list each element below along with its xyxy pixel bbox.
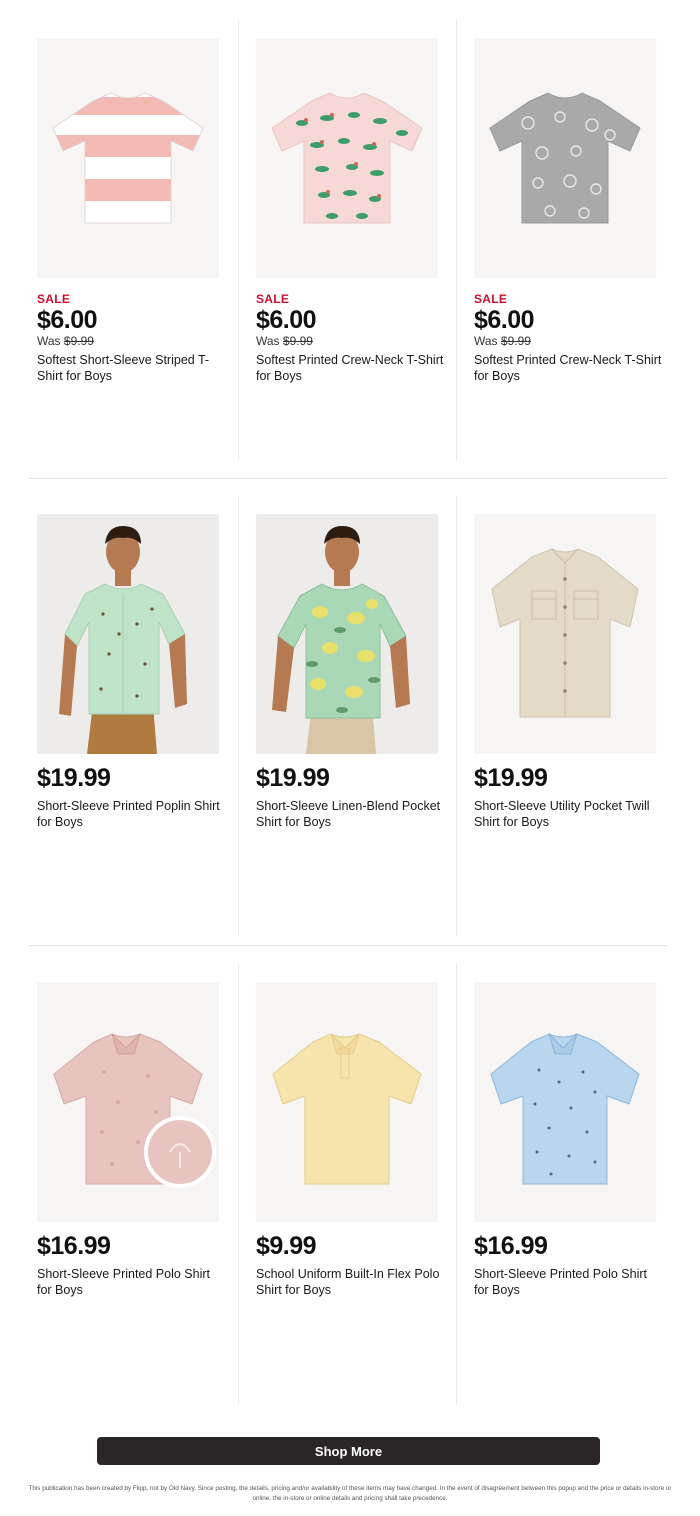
product-card[interactable]: $19.99 Short-Sleeve Linen-Blend Pocket S…: [238, 496, 456, 936]
product-row: SALE $6.00 Was $9.99 Softest Short-Sleev…: [20, 20, 676, 460]
product-image[interactable]: [37, 982, 219, 1222]
product-name[interactable]: Short-Sleeve Utility Pocket Twill Shirt …: [474, 798, 664, 830]
product-image[interactable]: [256, 982, 438, 1222]
sale-label: SALE: [256, 292, 290, 306]
price: $19.99: [37, 764, 111, 792]
shop-more-button[interactable]: Shop More: [97, 1437, 600, 1465]
button-shirt-icon: [491, 548, 639, 718]
disclaimer-text: This publication has been created by Fli…: [28, 1485, 672, 1502]
price: $6.00: [37, 306, 98, 334]
price: $9.99: [256, 1232, 317, 1260]
product-card[interactable]: $9.99 School Uniform Built-In Flex Polo …: [238, 964, 456, 1404]
product-image[interactable]: [474, 514, 656, 754]
product-card[interactable]: SALE $6.00 Was $9.99 Softest Printed Cre…: [456, 20, 674, 460]
row-divider: [28, 945, 668, 946]
polo-shirt-icon: [53, 1033, 216, 1188]
polo-shirt-icon: [490, 1033, 640, 1185]
printed-tshirt-icon: [489, 92, 641, 224]
product-image[interactable]: [474, 982, 656, 1222]
polo-shirt-icon: [272, 1033, 422, 1185]
product-row: $16.99 Short-Sleeve Printed Polo Shirt f…: [20, 964, 676, 1404]
sale-label: SALE: [37, 292, 71, 306]
product-name[interactable]: Short-Sleeve Printed Polo Shirt for Boys: [474, 1266, 664, 1298]
was-price: Was $9.99: [474, 334, 531, 348]
product-card[interactable]: $19.99 Short-Sleeve Utility Pocket Twill…: [456, 496, 674, 936]
product-image[interactable]: [256, 514, 438, 754]
product-name[interactable]: Short-Sleeve Printed Poplin Shirt for Bo…: [37, 798, 227, 830]
price: $16.99: [474, 1232, 548, 1260]
row-divider: [28, 478, 668, 479]
product-row: $19.99 Short-Sleeve Printed Poplin Shirt…: [20, 496, 676, 936]
product-card[interactable]: SALE $6.00 Was $9.99 Softest Short-Sleev…: [20, 20, 238, 460]
sale-label: SALE: [474, 292, 508, 306]
price: $19.99: [474, 764, 548, 792]
product-name[interactable]: Short-Sleeve Printed Polo Shirt for Boys: [37, 1266, 227, 1298]
product-name[interactable]: School Uniform Built-In Flex Polo Shirt …: [256, 1266, 446, 1298]
product-name[interactable]: Softest Printed Crew-Neck T-Shirt for Bo…: [256, 352, 446, 384]
product-name[interactable]: Short-Sleeve Linen-Blend Pocket Shirt fo…: [256, 798, 446, 830]
product-card[interactable]: $19.99 Short-Sleeve Printed Poplin Shirt…: [20, 496, 238, 936]
product-image[interactable]: [256, 38, 438, 278]
was-price: Was $9.99: [37, 334, 94, 348]
striped-tshirt-icon: [52, 92, 204, 224]
price: $19.99: [256, 764, 330, 792]
price: $6.00: [474, 306, 535, 334]
product-name[interactable]: Softest Printed Crew-Neck T-Shirt for Bo…: [474, 352, 664, 384]
product-card[interactable]: SALE $6.00 Was $9.99 Softest Printed Cre…: [238, 20, 456, 460]
price: $6.00: [256, 306, 317, 334]
boy-model-shirt-icon: [37, 514, 219, 754]
was-price: Was $9.99: [256, 334, 313, 348]
product-card[interactable]: $16.99 Short-Sleeve Printed Polo Shirt f…: [20, 964, 238, 1404]
product-name[interactable]: Softest Short-Sleeve Striped T-Shirt for…: [37, 352, 227, 384]
printed-tshirt-icon: [271, 92, 423, 224]
product-card[interactable]: $16.99 Short-Sleeve Printed Polo Shirt f…: [456, 964, 674, 1404]
boy-model-shirt-icon: [256, 514, 438, 754]
product-image[interactable]: [37, 38, 219, 278]
price: $16.99: [37, 1232, 111, 1260]
product-image[interactable]: [474, 38, 656, 278]
product-image[interactable]: [37, 514, 219, 754]
